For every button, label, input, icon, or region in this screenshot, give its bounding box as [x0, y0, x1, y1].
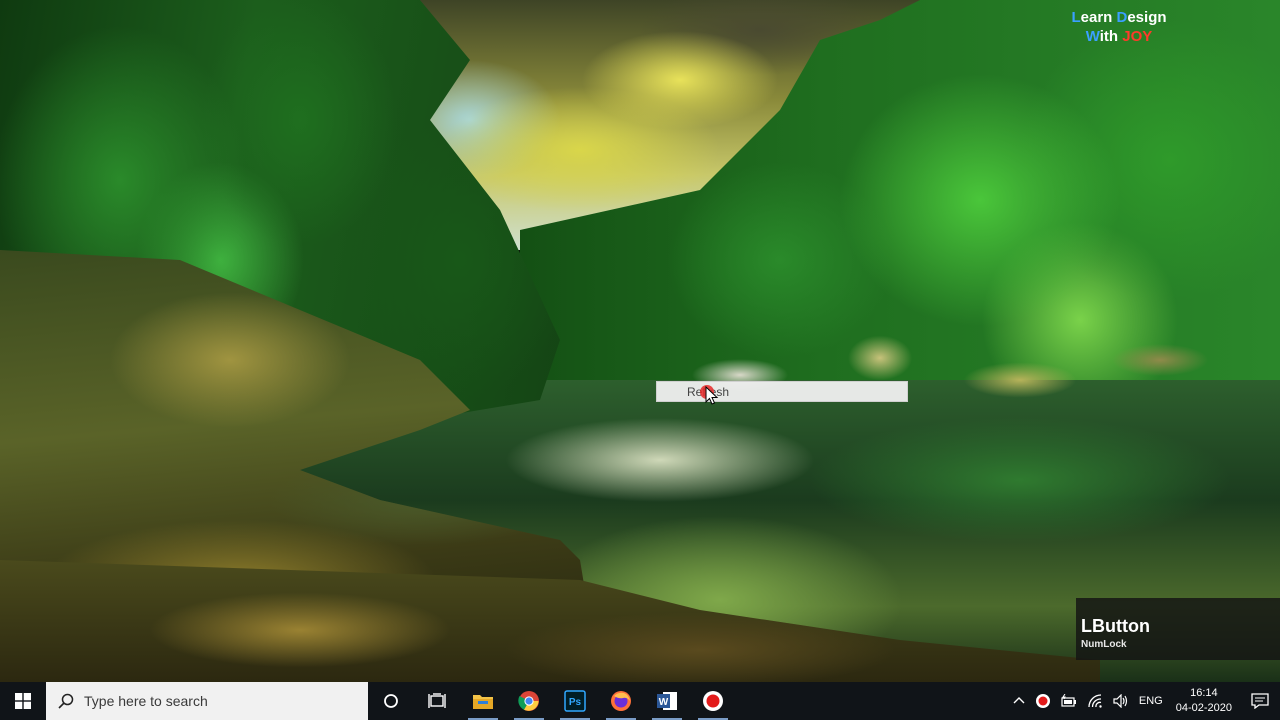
taskbar-app-file-explorer[interactable]	[460, 682, 506, 720]
photoshop-icon: Ps	[564, 690, 586, 712]
file-explorer-icon	[473, 695, 493, 709]
cortana-button[interactable]	[368, 682, 414, 720]
action-center-button[interactable]	[1240, 682, 1280, 720]
tray-battery[interactable]	[1056, 682, 1082, 720]
cortana-circle-icon	[384, 694, 398, 708]
wallpaper-rocks	[540, 330, 1280, 400]
channel-watermark: Learn Design With JOY	[1064, 8, 1174, 46]
taskbar: Type here to search Ps W ENG 16:14 04-02…	[0, 682, 1280, 720]
show-hidden-icons-button[interactable]	[1008, 682, 1030, 720]
mouse-cursor-icon	[705, 386, 719, 405]
tray-volume[interactable]	[1108, 682, 1134, 720]
clock-time: 16:14	[1190, 687, 1218, 699]
system-tray: ENG 16:14 04-02-2020	[1008, 682, 1280, 720]
tray-clock[interactable]: 16:14 04-02-2020	[1168, 682, 1240, 720]
search-icon	[58, 693, 74, 709]
taskbar-app-chrome[interactable]	[506, 682, 552, 720]
windows-logo-icon	[15, 693, 31, 709]
speaker-icon	[1113, 694, 1127, 708]
tray-wifi[interactable]	[1082, 682, 1108, 720]
taskbar-app-recorder[interactable]	[690, 682, 736, 720]
clock-date: 04-02-2020	[1175, 702, 1232, 714]
desktop-wallpaper[interactable]	[0, 0, 1280, 682]
svg-text:Ps: Ps	[569, 697, 582, 708]
svg-text:W: W	[659, 697, 669, 708]
tray-language[interactable]: ENG	[1134, 682, 1168, 720]
tray-recorder[interactable]	[1030, 682, 1056, 720]
keystroke-key: LButton	[1081, 616, 1150, 636]
taskbar-app-firefox[interactable]	[598, 682, 644, 720]
keystroke-overlay: LButton NumLock	[1076, 598, 1280, 660]
keystroke-modifier: NumLock	[1081, 639, 1127, 650]
record-icon	[1035, 694, 1050, 708]
watermark-line-1: Learn Design	[1071, 9, 1167, 26]
task-view-button[interactable]	[414, 682, 460, 720]
taskbar-app-photoshop[interactable]: Ps	[552, 682, 598, 720]
context-menu-refresh-item[interactable]: Refresh	[656, 381, 908, 402]
start-button[interactable]	[0, 682, 46, 720]
taskbar-app-word[interactable]: W	[644, 682, 690, 720]
chevron-up-icon	[1013, 697, 1025, 704]
search-placeholder: Type here to search	[84, 693, 208, 709]
wifi-icon	[1088, 694, 1102, 708]
firefox-icon	[611, 691, 631, 711]
taskbar-search-box[interactable]: Type here to search	[46, 682, 368, 720]
battery-charging-icon	[1061, 694, 1076, 707]
watermark-line-2: With JOY	[1085, 28, 1153, 45]
word-icon: W	[657, 692, 677, 710]
recorder-icon	[703, 691, 723, 711]
chrome-icon	[518, 691, 539, 711]
notification-icon	[1251, 693, 1269, 709]
task-view-icon	[428, 693, 446, 708]
